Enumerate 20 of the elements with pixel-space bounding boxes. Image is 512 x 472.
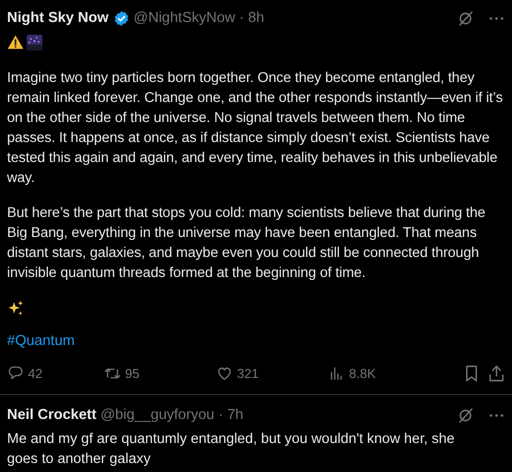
galaxy-icon — [26, 34, 43, 50]
author-name[interactable]: Neil Crockett — [7, 407, 96, 423]
post-text: Imagine two tiny particles born together. Once they become entangled, they remain linked forever. Change one, and the other responds instantly—even if it’s on the other side of the universe. No signal travels between them. No time passes. It happens at once, as if distance simply doesn’t exist. Scientists have tested this again and again, and every time, reality behaves in this unbelievable way. — [7, 69, 504, 188]
action-button[interactable]: 42 — [7, 364, 104, 382]
warning-icon — [7, 34, 24, 50]
reply-icon — [7, 364, 24, 382]
action-button[interactable]: 8.8K — [328, 364, 448, 382]
sparkles-icon — [7, 300, 24, 316]
post-text: But here’s the part that stops you cold: many scientists believe that during the Big Bang, everything in the universe may have been entangled. That means distant stars, galaxies, and maybe even you could still be connected through invisible quantum threads formed at the beginning of time. — [7, 204, 486, 283]
action-button[interactable]: 321 — [216, 364, 328, 382]
user-handle[interactable]: @NightSkyNow — [134, 10, 236, 26]
author-name[interactable]: Night Sky Now — [7, 10, 109, 26]
reply-text: Me and my gf are quantumly entangled, but you wouldn't know her, she goes to another galaxy — [7, 430, 456, 469]
share-icon[interactable] — [487, 364, 506, 382]
user-handle[interactable]: @big__guyforyou — [100, 407, 214, 423]
post-time[interactable]: · 8h — [239, 10, 264, 26]
hashtag-link[interactable]: #Quantum — [7, 331, 75, 351]
post-time[interactable]: · 7h — [218, 407, 244, 423]
action-button[interactable]: 95 — [104, 364, 216, 382]
heart-icon — [216, 364, 233, 382]
